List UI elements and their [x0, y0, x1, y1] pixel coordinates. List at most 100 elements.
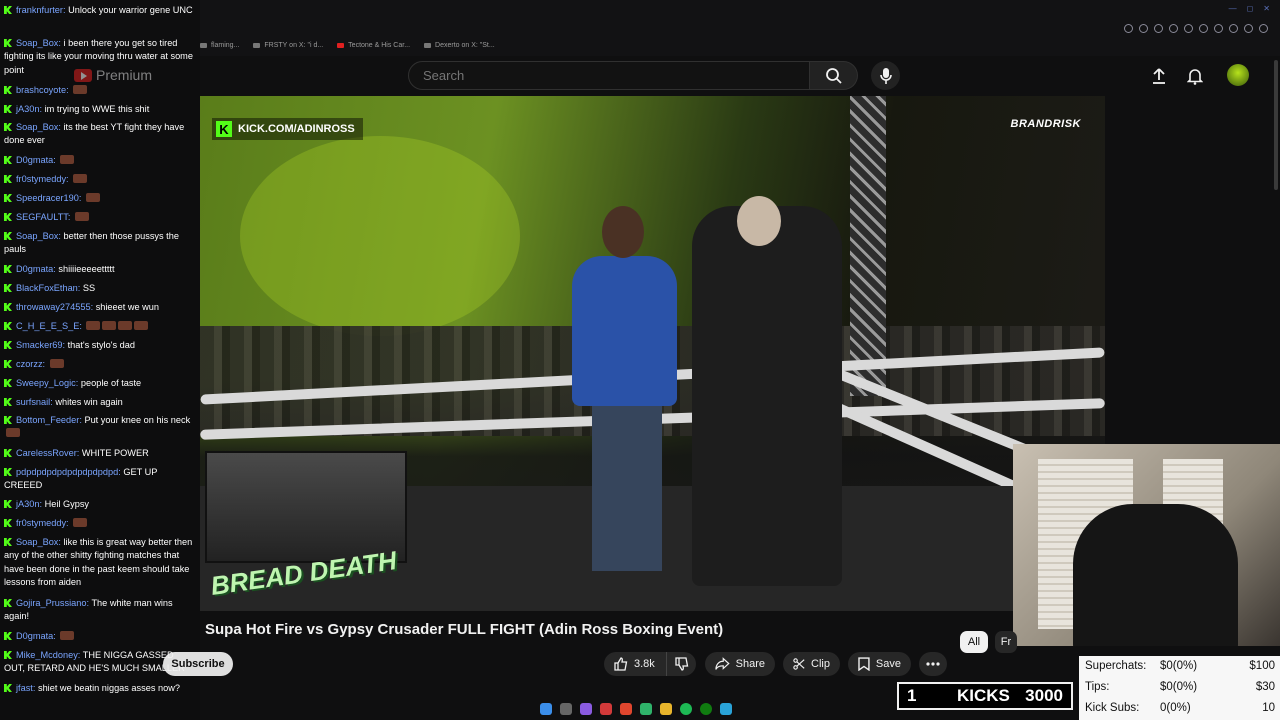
chat-text: Put your knee on his neck [84, 415, 191, 425]
chat-message: surfsnail: whites win again [4, 396, 196, 409]
chat-separator: : [66, 85, 72, 95]
chat-text: SS [82, 283, 96, 293]
extension-icon[interactable] [1154, 24, 1163, 33]
chat-message: Soap_Box: like this is great way better … [4, 536, 196, 590]
chat-separator: : [67, 212, 74, 222]
chat-username: jA30n [16, 104, 40, 114]
notifications-button[interactable] [1184, 65, 1206, 87]
shield-icon[interactable] [1184, 24, 1193, 33]
star-icon[interactable] [1244, 24, 1253, 33]
save-button[interactable]: Save [848, 652, 911, 676]
youtube-icon [337, 42, 345, 48]
menu-icon[interactable] [1259, 24, 1268, 33]
voice-search-button[interactable] [871, 61, 900, 90]
kick-badge-icon [4, 175, 12, 183]
avatar[interactable] [1227, 64, 1249, 86]
kick-badge-icon [4, 105, 12, 113]
minimize-icon[interactable]: — [1229, 4, 1237, 13]
extension-icon[interactable] [1139, 24, 1148, 33]
subscribe-button[interactable]: Subscribe [163, 652, 233, 676]
zoom-icon[interactable] [1124, 24, 1133, 33]
donation-stats-panel: Superchats: $0(0%) $100 Tips: $0(0%) $30… [1079, 656, 1280, 720]
chat-message: Soap_Box: its the best YT fight they hav… [4, 121, 196, 148]
chat-username: surfsnail [16, 397, 51, 407]
chat-message: jfast: shiet we beatin niggas asses now? [4, 682, 196, 695]
chat-username: Gojira_Prussiano [16, 598, 87, 608]
chat-message: Smacker69: that's stylo's dad [4, 339, 196, 352]
app-icon[interactable] [600, 703, 612, 715]
chat-separator: : [53, 155, 59, 165]
chat-username: fr0stymeddy [16, 518, 67, 528]
bookmark-item[interactable]: Tectone & His Car... [337, 38, 410, 52]
kick-badge-icon [4, 416, 12, 424]
heart-icon[interactable] [1214, 24, 1223, 33]
extension-icon[interactable] [1199, 24, 1208, 33]
maximize-icon[interactable]: ◻ [1247, 4, 1254, 13]
more-actions-button[interactable] [919, 652, 947, 676]
brand-logo: BRANDRISK [1010, 118, 1081, 130]
chat-text: Unlock your warrior gene UNC [68, 5, 193, 15]
chat-username: C_H_E_E_S_E [16, 321, 80, 331]
chat-text: im trying to WWE this shit [44, 104, 150, 114]
xbox-icon[interactable] [700, 703, 712, 715]
chat-message: jA30n: im trying to WWE this shit [4, 103, 196, 116]
app-icon[interactable] [640, 703, 652, 715]
chat-username: Speedracer190 [16, 193, 79, 203]
chip-filter[interactable]: Fr [995, 631, 1017, 653]
kick-badge-icon [4, 156, 12, 164]
search-button[interactable] [810, 61, 858, 90]
kick-badge-icon [4, 651, 12, 659]
chat-message: D0gmata: [4, 154, 196, 167]
video-scene [592, 396, 662, 571]
share-button[interactable]: Share [705, 652, 775, 676]
emote-icon [60, 631, 75, 640]
like-button[interactable]: 3.8k [604, 652, 666, 676]
kick-badge-icon [4, 379, 12, 387]
chrome-icon[interactable] [620, 703, 632, 715]
bookmark-item[interactable]: Dexerto on X: "St... [424, 38, 495, 52]
chat-message: CarelessRover: WHITE POWER [4, 447, 196, 460]
chat-message: fr0stymeddy: [4, 517, 196, 530]
video-player[interactable]: K KICK.COM/ADINROSS BRANDRISK BREAD DEAT… [200, 96, 1105, 611]
chat-message: D0gmata: shiiiieeeeettttt [4, 263, 196, 276]
telegram-icon[interactable] [720, 703, 732, 715]
chat-text: shieeet we wun [95, 302, 160, 312]
video-scene [572, 256, 677, 406]
kick-logo-icon: K [216, 121, 232, 137]
chip-all[interactable]: All [960, 631, 988, 653]
search-icon[interactable] [560, 703, 572, 715]
app-icon[interactable] [580, 703, 592, 715]
kick-badge-icon [4, 468, 12, 476]
chat-username: fr0stymeddy [16, 174, 67, 184]
scrollbar[interactable] [1274, 60, 1278, 190]
upload-button[interactable] [1148, 65, 1170, 87]
extension-icon[interactable] [1169, 24, 1178, 33]
chat-text: shiet we beatin niggas asses now? [37, 683, 180, 693]
thumbs-up-icon [614, 657, 628, 671]
spotify-icon[interactable] [680, 703, 692, 715]
chat-separator: : [78, 193, 84, 203]
kick-badge-icon [4, 213, 12, 221]
chat-overlay: franknfurter: Unlock your warrior gene U… [0, 0, 200, 720]
folder-icon[interactable] [660, 703, 672, 715]
emote-icon [60, 155, 75, 164]
speaker-icon[interactable] [1229, 24, 1238, 33]
chat-separator: : [66, 174, 72, 184]
search-input[interactable] [421, 67, 785, 84]
x-logo-icon [253, 42, 261, 48]
clip-button[interactable]: Clip [783, 652, 840, 676]
kick-badge-icon [4, 6, 12, 14]
close-icon[interactable]: ✕ [1263, 4, 1270, 13]
chat-message: Gojira_Prussiano: The white man wins aga… [4, 597, 196, 624]
youtube-premium-logo[interactable]: Premium [74, 67, 152, 83]
window-controls[interactable]: — ◻ ✕ [1229, 4, 1270, 13]
video-scene [240, 136, 520, 336]
chat-message: czorzz: [4, 358, 196, 371]
bookmark-item[interactable]: FRSTY on X: "i d... [253, 38, 323, 52]
chat-message: Speedracer190: [4, 192, 196, 205]
dislike-button[interactable] [666, 652, 696, 676]
kick-badge-icon [4, 123, 12, 131]
windows-start-icon[interactable] [540, 703, 552, 715]
bookmark-item[interactable]: flaming... [200, 38, 239, 52]
search-box[interactable] [408, 61, 810, 90]
